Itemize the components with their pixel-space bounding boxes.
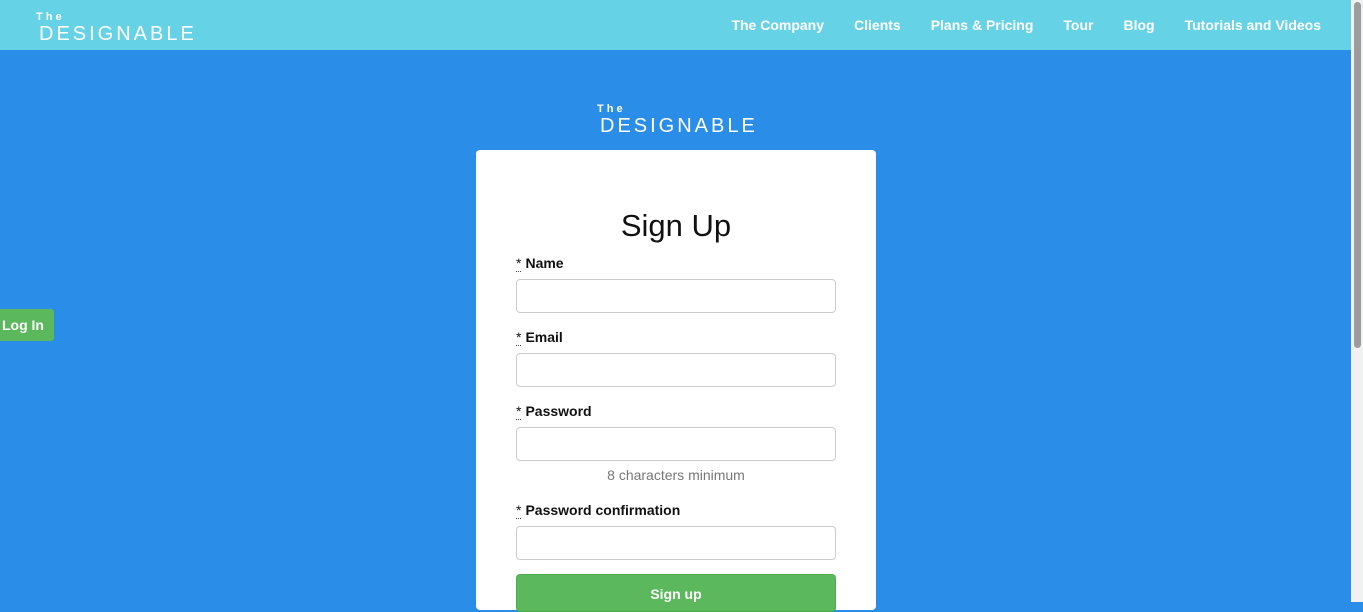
email-field-group: * Email [516,329,836,387]
required-mark: * [516,403,522,420]
name-field-group: * Name [516,255,836,313]
password-confirmation-input[interactable] [516,526,836,560]
nav-link-tutorials-videos[interactable]: Tutorials and Videos [1185,17,1321,33]
password-input[interactable] [516,427,836,461]
password-label: * Password [516,403,836,420]
page-title: Sign Up [620,208,732,243]
logo-word-text: DESIGNABLE [39,23,197,45]
name-label: * Name [516,255,836,272]
password-label-text: Password [525,403,592,419]
password-confirmation-field-group: * Password confirmation [516,502,836,560]
required-mark: * [516,502,522,519]
name-label-text: Name [525,255,564,271]
nav-link-tour[interactable]: Tour [1063,17,1093,33]
main-logo: The DESIGNABLE [597,103,758,137]
nav-links: The Company Clients Plans & Pricing Tour… [701,17,1321,33]
scrollbar-thumb[interactable] [1354,2,1361,348]
logo-the-text: The [36,11,65,23]
vertical-scrollbar[interactable] [1351,0,1363,602]
password-confirmation-label-text: Password confirmation [525,502,681,518]
main-logo-word-text: DESIGNABLE [600,115,758,137]
signup-button[interactable]: Sign up [516,574,836,612]
header-logo[interactable]: The DESIGNABLE [36,11,197,45]
nav-link-clients[interactable]: Clients [854,17,901,33]
login-button[interactable]: Log In [0,309,54,341]
signup-card: Sign Up * Name * Email * Password 8 charact… [476,150,876,612]
main-logo-the-text: The [597,103,626,115]
name-input[interactable] [516,279,836,313]
nav-link-blog[interactable]: Blog [1123,17,1154,33]
required-mark: * [516,329,522,346]
required-mark: * [516,255,522,272]
email-label: * Email [516,329,836,346]
password-hint: 8 characters minimum [607,467,745,483]
password-field-group: * Password [516,403,836,461]
email-label-text: Email [525,329,563,345]
top-navbar: The DESIGNABLE The Company Clients Plans… [0,0,1351,50]
nav-link-plans-pricing[interactable]: Plans & Pricing [931,17,1034,33]
nav-link-the-company[interactable]: The Company [731,17,824,33]
password-confirmation-label: * Password confirmation [516,502,836,519]
email-input[interactable] [516,353,836,387]
